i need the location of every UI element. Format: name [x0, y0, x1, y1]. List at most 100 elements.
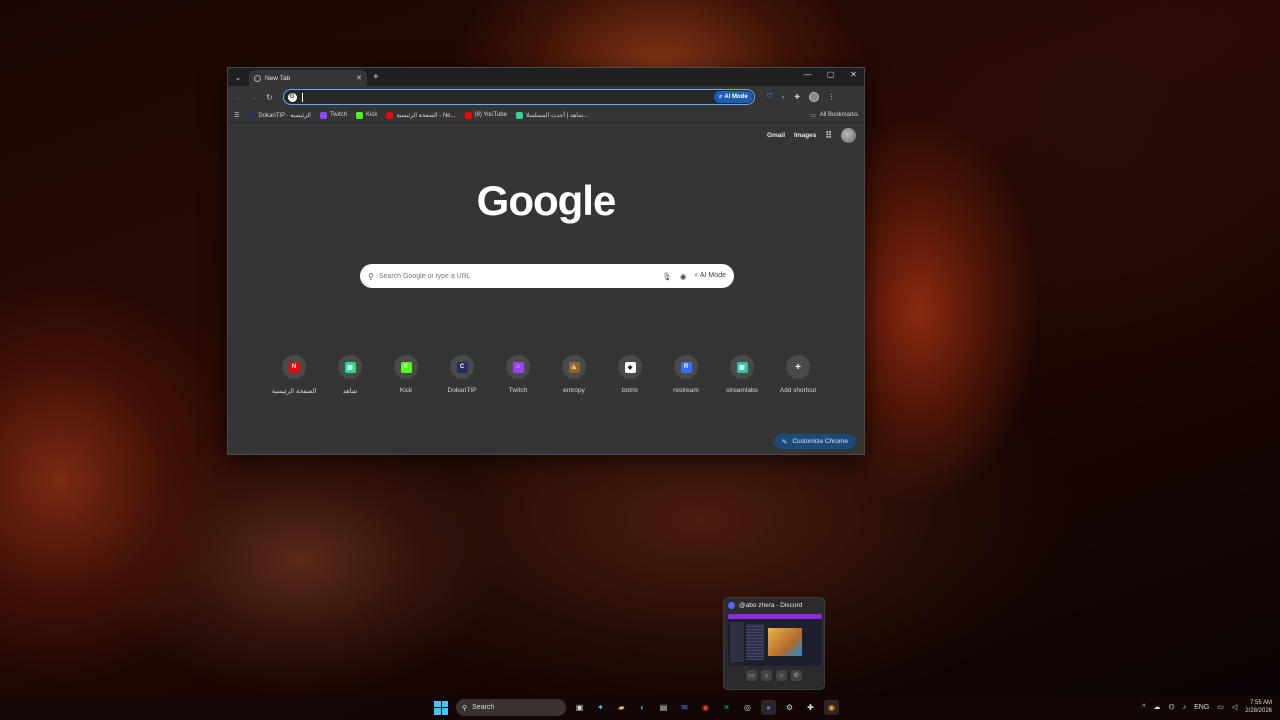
- bookmark-favicon-icon: [386, 111, 394, 119]
- headphones-icon[interactable]: ∩: [776, 670, 787, 681]
- ntp-search-input[interactable]: [378, 272, 663, 280]
- new-tab-plus-icon[interactable]: +: [373, 72, 379, 83]
- extension-sound-icon[interactable]: ◗: [781, 94, 785, 101]
- restream-icon: R: [680, 361, 692, 373]
- mail-icon[interactable]: ✉: [677, 700, 692, 715]
- toolbar: ← → ↻ G ⌕ AI Mode ⛉ ◗ ✚ ⋮: [228, 86, 864, 108]
- shortcut-tile[interactable]: K Kick: [378, 355, 434, 395]
- thumbnail-sidebar: [730, 622, 744, 662]
- shortcut-tile[interactable]: ♨ entropy: [546, 355, 602, 395]
- microphone-icon[interactable]: 🎙︎: [662, 272, 672, 281]
- omnibox[interactable]: G ⌕ AI Mode: [282, 89, 755, 105]
- discord-icon: [728, 602, 735, 609]
- google-g-icon: G: [287, 92, 297, 102]
- reload-icon[interactable]: ↻: [266, 93, 273, 102]
- shortcut-label: Twitch: [508, 387, 528, 394]
- shortcut-tile[interactable]: ▣ streamlabs: [714, 355, 770, 395]
- shortcut-tile[interactable]: ▦ شاهد: [322, 355, 378, 395]
- clock-date: 2/28/2026: [1245, 708, 1272, 714]
- images-link[interactable]: Images: [794, 132, 816, 139]
- entropy-icon: ♨: [568, 361, 580, 373]
- forward-icon[interactable]: →: [250, 93, 258, 102]
- netflix-icon: N: [288, 361, 300, 373]
- bookmark-item[interactable]: الصفحة الرئيسية - Ne...: [386, 111, 456, 119]
- tray-overflow-icon[interactable]: ^: [1142, 704, 1145, 711]
- shortcut-tile[interactable]: ⌂ Twitch: [490, 355, 546, 395]
- task-view-icon[interactable]: ▣: [572, 700, 587, 715]
- close-window-icon[interactable]: ✕: [849, 70, 858, 79]
- tab-groups-icon[interactable]: ☰: [234, 112, 239, 119]
- taskbar-search[interactable]: ⚲ Search: [456, 699, 566, 716]
- steam-icon[interactable]: ⚙: [782, 700, 797, 715]
- profile-avatar[interactable]: [809, 92, 820, 102]
- ntp-search-box[interactable]: ⚲ 🎙︎ ◉ ⌕ AI Mode: [360, 264, 734, 288]
- gmail-link[interactable]: Gmail: [767, 132, 785, 139]
- chrome-icon[interactable]: ◉: [698, 700, 713, 715]
- copilot-icon[interactable]: ✦: [593, 700, 608, 715]
- shortcut-label: Add shortcut: [779, 387, 817, 394]
- discord-taskbar-icon[interactable]: ●: [761, 700, 776, 715]
- shortcut-circle: K: [394, 355, 418, 379]
- network-icon[interactable]: ⌬: [1168, 703, 1174, 711]
- preview-thumbnail[interactable]: [728, 614, 822, 666]
- discord-window-preview[interactable]: @abo zhera - Discord ▭ ♪ ∩ ✆: [723, 597, 825, 690]
- shortcut-circle: ▦: [338, 355, 362, 379]
- shortcut-tile[interactable]: + Add shortcut: [770, 355, 826, 395]
- excel-icon[interactable]: ✕: [719, 700, 734, 715]
- kick-icon: K: [400, 361, 412, 373]
- tab-new-tab[interactable]: New Tab ✕: [249, 70, 367, 86]
- clock[interactable]: 7:55 AM 2/28/2026: [1245, 699, 1272, 715]
- extension-shield-icon[interactable]: ⛉: [767, 93, 772, 101]
- shortcut-circle: ⌂: [506, 355, 530, 379]
- omnibox-ai-mode-button[interactable]: ⌕ AI Mode: [713, 91, 753, 103]
- ntp-ai-mode-button[interactable]: ⌕ AI Mode: [694, 272, 726, 280]
- bookmark-item[interactable]: (8) YouTube: [464, 111, 507, 119]
- windows-start-icon[interactable]: [434, 700, 448, 715]
- chrome-canary-icon[interactable]: ◉: [824, 700, 839, 715]
- shortcut-label: streamlabs: [726, 387, 758, 394]
- volume-icon[interactable]: ◁: [1232, 703, 1237, 711]
- apps-grid-icon[interactable]: ⠿: [825, 130, 832, 141]
- minimize-icon[interactable]: —: [803, 70, 812, 79]
- menu-kebab-icon[interactable]: ⋮: [828, 93, 835, 101]
- extensions-puzzle-icon[interactable]: ✚: [794, 93, 800, 101]
- preview-controls: ▭ ♪ ∩ ✆: [724, 670, 824, 681]
- maximize-icon[interactable]: ▢: [826, 70, 835, 79]
- display-icon[interactable]: ▭: [1217, 703, 1224, 711]
- shortcut-label: الصفحة الرئيسية: [271, 388, 317, 395]
- bookmark-label: (8) YouTube: [474, 112, 507, 118]
- ntp-ai-mode-label: AI Mode: [699, 272, 726, 279]
- back-icon[interactable]: ←: [234, 93, 242, 102]
- shortcut-tile[interactable]: Rrestream: [658, 355, 714, 395]
- preview-title-bar: @abo zhera - Discord: [724, 598, 824, 613]
- store-icon[interactable]: ▤: [656, 700, 671, 715]
- controller-icon[interactable]: ✚: [803, 700, 818, 715]
- cloud-icon[interactable]: ☁: [1153, 703, 1160, 711]
- shortcut-tile[interactable]: C DokanTIP: [434, 355, 490, 395]
- shortcut-tile[interactable]: ◆ botrix: [602, 355, 658, 395]
- bookmark-item[interactable]: شاهد | أحدث المسلسلا...: [515, 111, 588, 119]
- taskbar-apps: ⚲ Search ▣ ✦ ▰ ◐ ▤ ✉ ◉ ✕ ◎ ● ⚙ ✚ ◉: [434, 699, 839, 716]
- account-avatar[interactable]: [841, 128, 856, 143]
- call-icon[interactable]: ✆: [791, 670, 802, 681]
- mute-microphone-icon[interactable]: ♪: [761, 670, 772, 681]
- customize-chrome-button[interactable]: ✎ Customize Chrome: [773, 434, 856, 449]
- tab-close-icon[interactable]: ✕: [356, 74, 362, 82]
- lens-camera-icon[interactable]: ◉: [680, 272, 687, 281]
- shortcut-tile[interactable]: N الصفحة الرئيسية: [266, 355, 322, 395]
- obs-icon[interactable]: ◎: [740, 700, 755, 715]
- folder-icon: ▭: [809, 112, 816, 119]
- bookmark-item[interactable]: DokanTIP - الرئيسية: [248, 111, 311, 119]
- video-icon[interactable]: ▭: [746, 670, 757, 681]
- all-bookmarks-button[interactable]: ▭ All Bookmarks: [810, 112, 858, 119]
- bookmark-item[interactable]: Kick: [355, 111, 377, 119]
- tab-search-icon[interactable]: ⌄: [231, 70, 245, 84]
- taskbar-search-label: Search: [472, 704, 495, 711]
- edge-icon[interactable]: ◐: [635, 700, 650, 715]
- bookmark-item[interactable]: Twitch: [319, 111, 347, 119]
- chrome-window: ⌄ New Tab ✕ + — ▢ ✕ ← → ↻ G ⌕ AI Mode ⛉ ◗…: [227, 67, 865, 455]
- mic-tray-icon[interactable]: ♪: [1183, 704, 1187, 711]
- language-indicator[interactable]: ENG: [1194, 704, 1209, 711]
- toolbar-icons: ⛉ ◗ ✚ ⋮: [767, 92, 835, 102]
- file-explorer-icon[interactable]: ▰: [614, 700, 629, 715]
